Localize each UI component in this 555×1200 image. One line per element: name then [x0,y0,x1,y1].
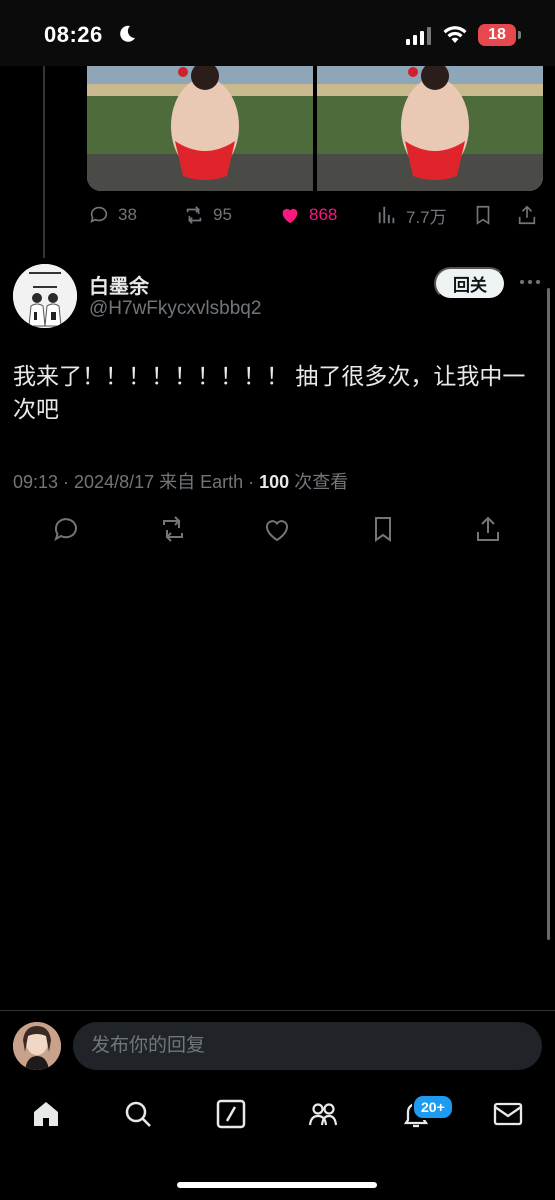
moon-icon [120,25,135,42]
retweet-icon [163,516,183,542]
tweet-text: 我来了！！！！！！！！！ 抽了很多次，让我中一次吧 [13,363,526,422]
bookmark-button[interactable] [368,514,398,544]
status-bar: 08:26 18 [0,0,555,66]
search-icon [125,1101,151,1127]
signal-icon [406,27,431,45]
wifi-icon [443,26,467,43]
views-icon [378,206,395,224]
more-options-icon[interactable] [518,276,542,288]
nav-search[interactable] [122,1098,154,1130]
views-label: 次查看 [289,472,349,492]
retweet-button[interactable] [158,514,188,544]
share-button[interactable] [473,514,503,544]
heart-filled-icon [282,208,298,224]
grok-icon [216,1099,246,1129]
nav-communities[interactable] [307,1098,339,1130]
heart-icon [266,520,288,542]
nav-home[interactable] [30,1098,62,1130]
battery-icon: 18 [478,24,521,46]
display-name[interactable]: 白墨余 [89,270,149,299]
tweet-image[interactable] [87,66,313,191]
view-count: 7.7万 [406,207,447,227]
home-icon [34,1102,58,1126]
reply-input[interactable] [73,1022,542,1070]
like-count: 868 [309,205,338,224]
home-indicator[interactable] [177,1182,377,1188]
status-time: 08:26 [44,22,103,47]
reply-icon [90,206,108,223]
tweet-actions [0,510,555,550]
reply-count: 38 [118,205,137,224]
bookmark-icon [476,205,490,225]
follow-back-button[interactable]: 回关 [434,267,506,300]
battery-level: 18 [488,26,506,43]
scrollbar[interactable] [547,288,550,940]
user-handle[interactable]: @H7wFkycxvlsbbq2 [89,298,261,320]
tweet-meta: 09:13 · 2024/8/17 来自 Earth · 100 次查看 [13,468,348,494]
retweet-icon [186,206,202,224]
bookmark-icon [375,517,391,542]
like-button[interactable] [262,514,292,544]
tweet-view-count[interactable]: 100 [259,472,289,492]
retweet-count: 95 [213,205,232,224]
reply-icon [54,518,77,542]
notification-badge: 20+ [412,1094,454,1120]
composer-divider [0,1010,555,1011]
previous-tweet-actions: 38 95 868 7.7万 [88,200,548,230]
bookmark-button[interactable] [472,200,494,230]
views-button[interactable]: 7.7万 [376,200,447,230]
tweet-image[interactable] [317,66,543,191]
avatar[interactable] [13,264,77,328]
tweet-media-grid [87,66,543,191]
tweet-timestamp-source: 09:13 · 2024/8/17 来自 Earth · [13,472,260,492]
nav-grok[interactable] [215,1098,247,1130]
share-icon [518,205,536,225]
reply-button[interactable]: 38 [88,200,137,230]
retweet-button[interactable]: 95 [183,200,232,230]
thread-line [43,66,45,258]
nav-messages[interactable] [492,1098,524,1130]
share-button[interactable] [516,200,538,230]
like-button[interactable]: 868 [279,200,337,230]
my-avatar[interactable] [13,1022,61,1070]
communities-icon [308,1103,338,1126]
reply-button[interactable] [52,514,82,544]
messages-icon [493,1102,523,1126]
share-icon [477,516,499,541]
